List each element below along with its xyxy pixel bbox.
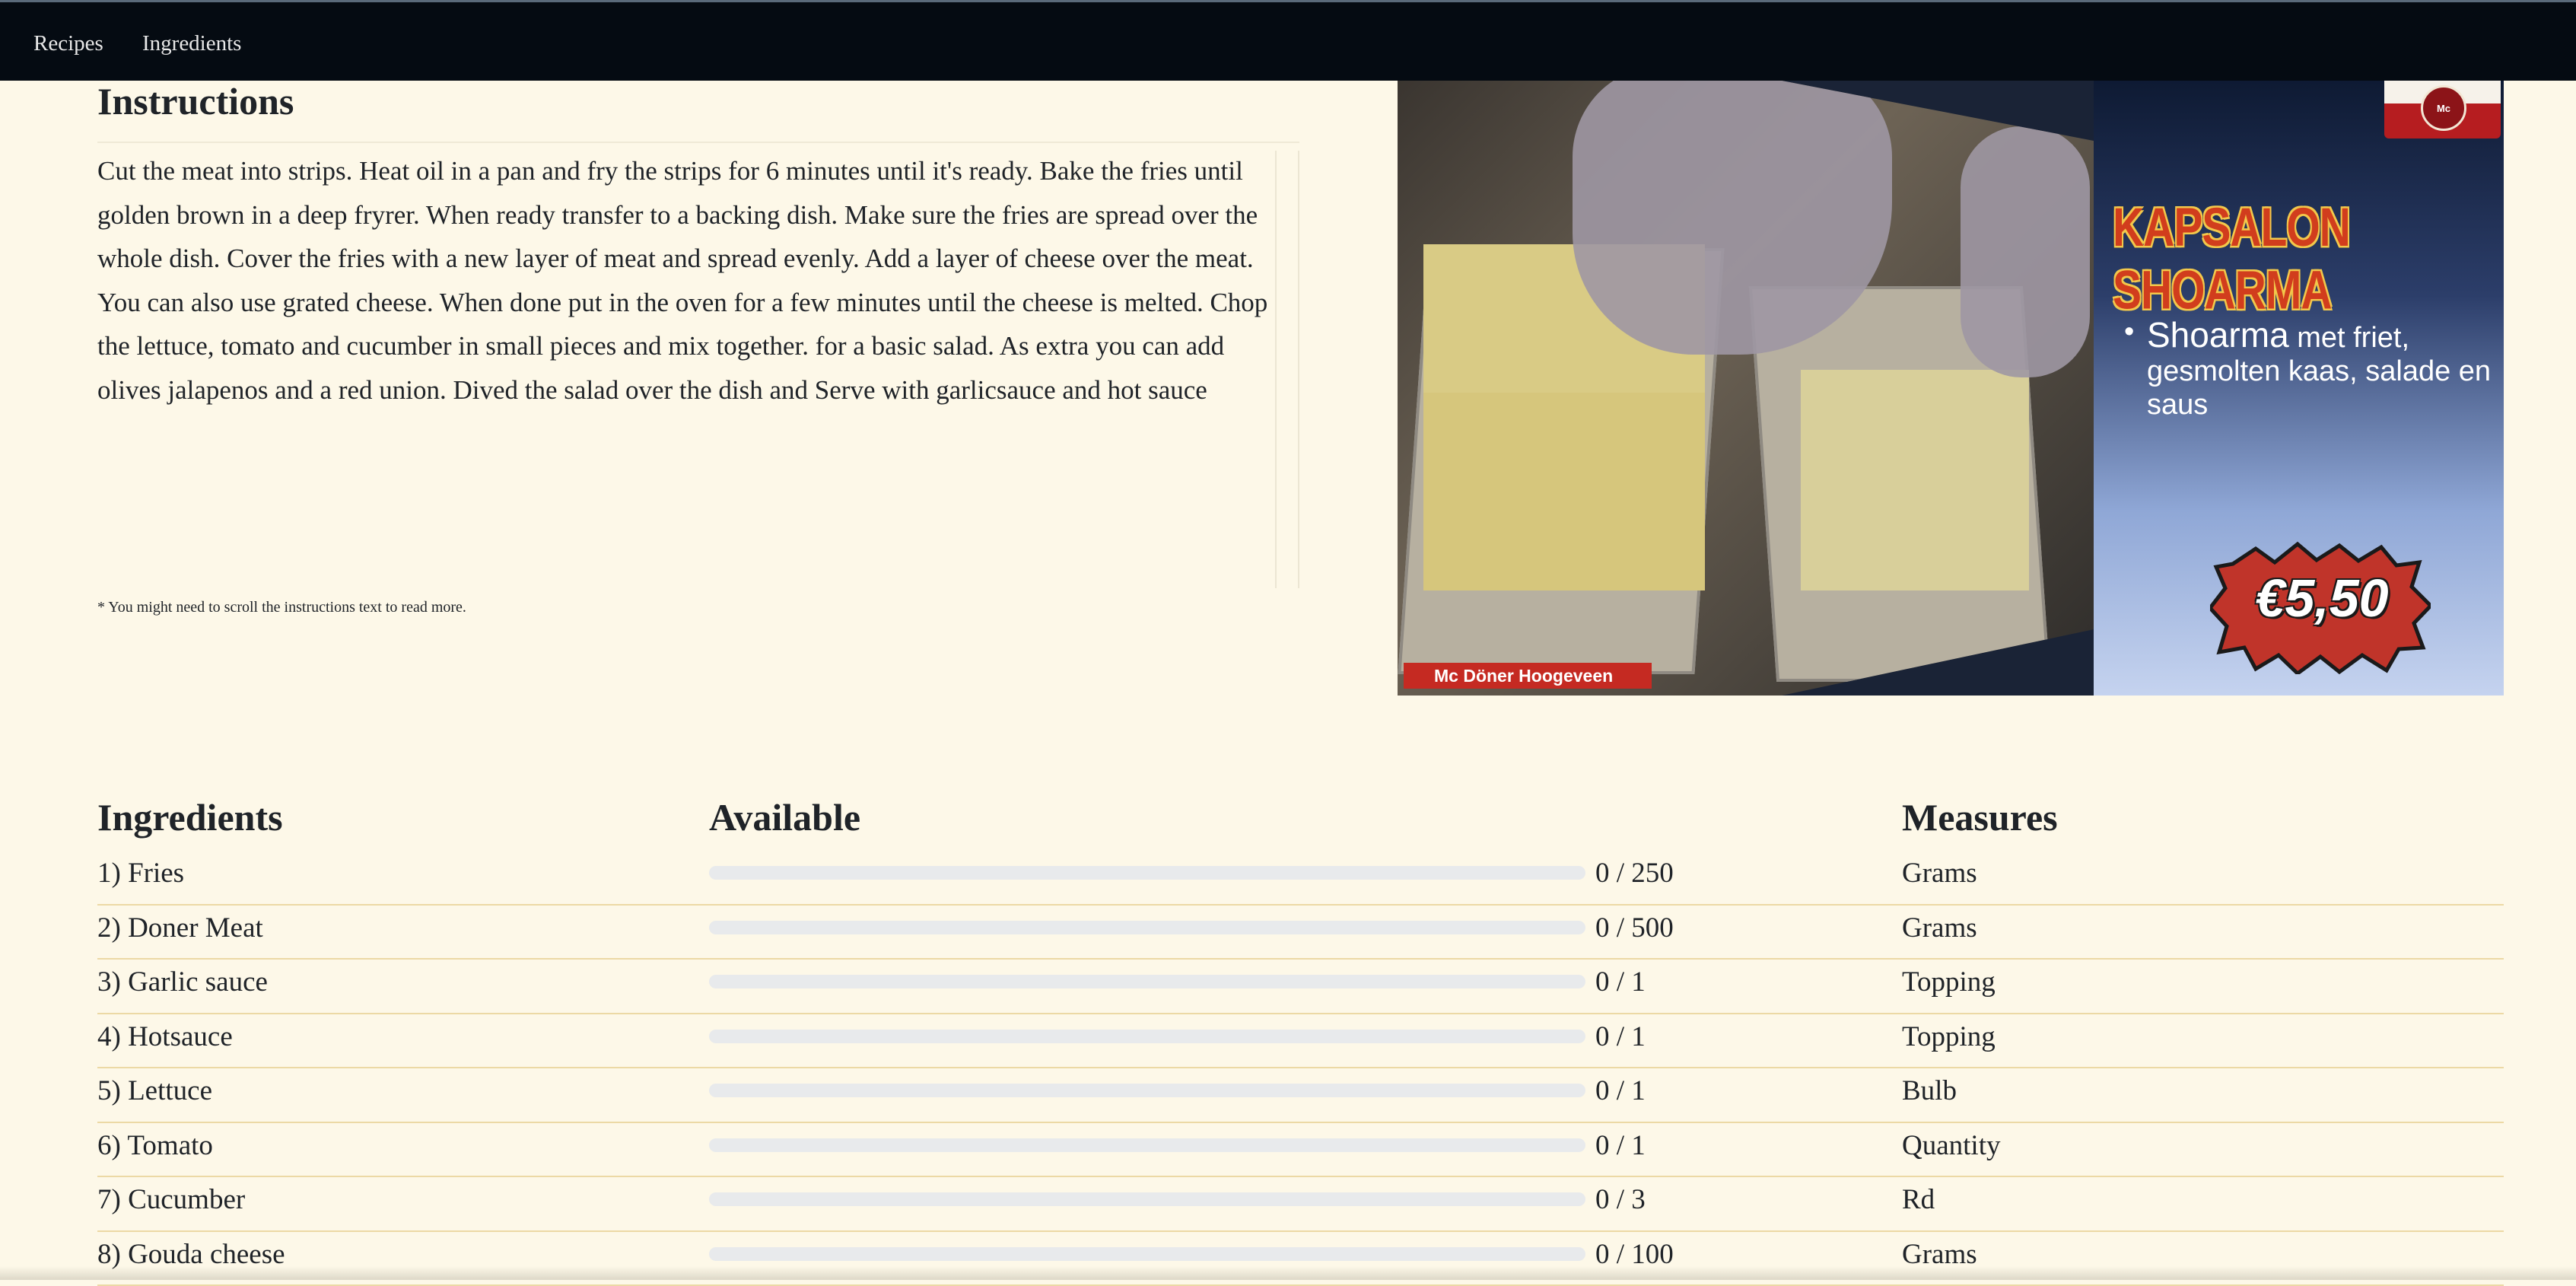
ad-headline: KAPSALON SHOARMA bbox=[2113, 196, 2493, 322]
ingredient-row: 1) Fries 0 / 250 Grams bbox=[97, 851, 2504, 906]
ingredient-row: 6) Tomato 0 / 1 Quantity bbox=[97, 1123, 2504, 1178]
availability-progress-bar bbox=[709, 1030, 1585, 1043]
availability-progress-bar bbox=[709, 921, 1585, 934]
ingredient-row: 3) Garlic sauce 0 / 1 Topping bbox=[97, 960, 2504, 1014]
instructions-scroll-area[interactable]: Cut the meat into strips. Heat oil in a … bbox=[97, 142, 1299, 587]
ingredient-amount: 0 / 250 bbox=[1595, 857, 1674, 890]
scroll-fade bbox=[0, 1266, 2576, 1280]
availability-progress-bar bbox=[709, 1192, 1585, 1206]
measures-header: Measures bbox=[1902, 795, 2058, 839]
ingredient-name: 4) Hotsauce bbox=[97, 1020, 233, 1053]
ingredient-amount: 0 / 1 bbox=[1595, 1074, 1646, 1107]
ad-description-lead: Shoarma bbox=[2147, 315, 2289, 355]
ingredient-measure: Bulb bbox=[1902, 1074, 1957, 1107]
ingredient-name: 1) Fries bbox=[97, 857, 184, 890]
brand-logo: Mc Döner bbox=[2384, 81, 2501, 138]
top-navbar: Recipes Ingredients bbox=[0, 0, 2576, 81]
ingredient-amount: 0 / 1 bbox=[1595, 966, 1646, 998]
cheese-slice bbox=[1423, 393, 1705, 590]
ingredient-measure: Quantity bbox=[1902, 1129, 2000, 1162]
logo-badge: Mc Döner bbox=[2421, 85, 2466, 131]
ingredient-amount: 0 / 1 bbox=[1595, 1020, 1646, 1053]
ingredient-name: 6) Tomato bbox=[97, 1129, 213, 1162]
nav-link-recipes[interactable]: Recipes bbox=[33, 31, 103, 56]
ingredient-name: 2) Doner Meat bbox=[97, 912, 263, 944]
ingredient-amount: 0 / 3 bbox=[1595, 1183, 1646, 1216]
cheese-slice bbox=[1801, 370, 2029, 590]
nav-link-ingredients[interactable]: Ingredients bbox=[142, 31, 241, 56]
ad-price: €5,50 bbox=[2238, 568, 2406, 629]
ingredient-measure: Grams bbox=[1902, 912, 1977, 944]
ingredient-measure: Topping bbox=[1902, 1020, 1996, 1053]
availability-progress-bar bbox=[709, 1138, 1585, 1152]
ingredients-header: Ingredients bbox=[97, 795, 283, 839]
ad-caption: Mc Döner Hoogeveen bbox=[1404, 663, 1652, 689]
ingredient-row: 7) Cucumber 0 / 3 Rd bbox=[97, 1177, 2504, 1232]
instructions-title: Instructions bbox=[97, 79, 294, 123]
ingredient-amount: 0 / 500 bbox=[1595, 912, 1674, 944]
ingredient-name: 7) Cucumber bbox=[97, 1183, 245, 1216]
instructions-scrollbar[interactable] bbox=[1275, 151, 1299, 588]
gloved-hand bbox=[1961, 126, 2090, 377]
ingredient-row: 5) Lettuce 0 / 1 Bulb bbox=[97, 1068, 2504, 1123]
food-photo bbox=[1398, 81, 2097, 696]
availability-progress-bar bbox=[709, 1247, 1585, 1261]
ad-description-text: Shoarma met friet, gesmolten kaas, salad… bbox=[2147, 318, 2497, 422]
ingredient-row: 4) Hotsauce 0 / 1 Topping bbox=[97, 1014, 2504, 1069]
ingredient-name: 5) Lettuce bbox=[97, 1074, 212, 1107]
instructions-text: Cut the meat into strips. Heat oil in a … bbox=[97, 149, 1269, 412]
recipe-image: Mc Döner KAPSALON SHOARMA • Shoarma met … bbox=[1398, 81, 2504, 696]
ad-description: • Shoarma met friet, gesmolten kaas, sal… bbox=[2124, 318, 2497, 422]
ingredient-amount: 0 / 1 bbox=[1595, 1129, 1646, 1162]
availability-progress-bar bbox=[709, 866, 1585, 880]
ingredient-name: 3) Garlic sauce bbox=[97, 966, 268, 998]
availability-progress-bar bbox=[709, 975, 1585, 988]
ingredient-measure: Topping bbox=[1902, 966, 1996, 998]
bullet-icon: • bbox=[2124, 315, 2134, 349]
ingredient-row: 2) Doner Meat 0 / 500 Grams bbox=[97, 906, 2504, 960]
availability-progress-bar bbox=[709, 1084, 1585, 1097]
ingredient-measure: Grams bbox=[1902, 857, 1977, 890]
available-header: Available bbox=[709, 795, 860, 839]
ingredient-measure: Rd bbox=[1902, 1183, 1935, 1216]
scroll-note: * You might need to scroll the instructi… bbox=[97, 599, 466, 616]
